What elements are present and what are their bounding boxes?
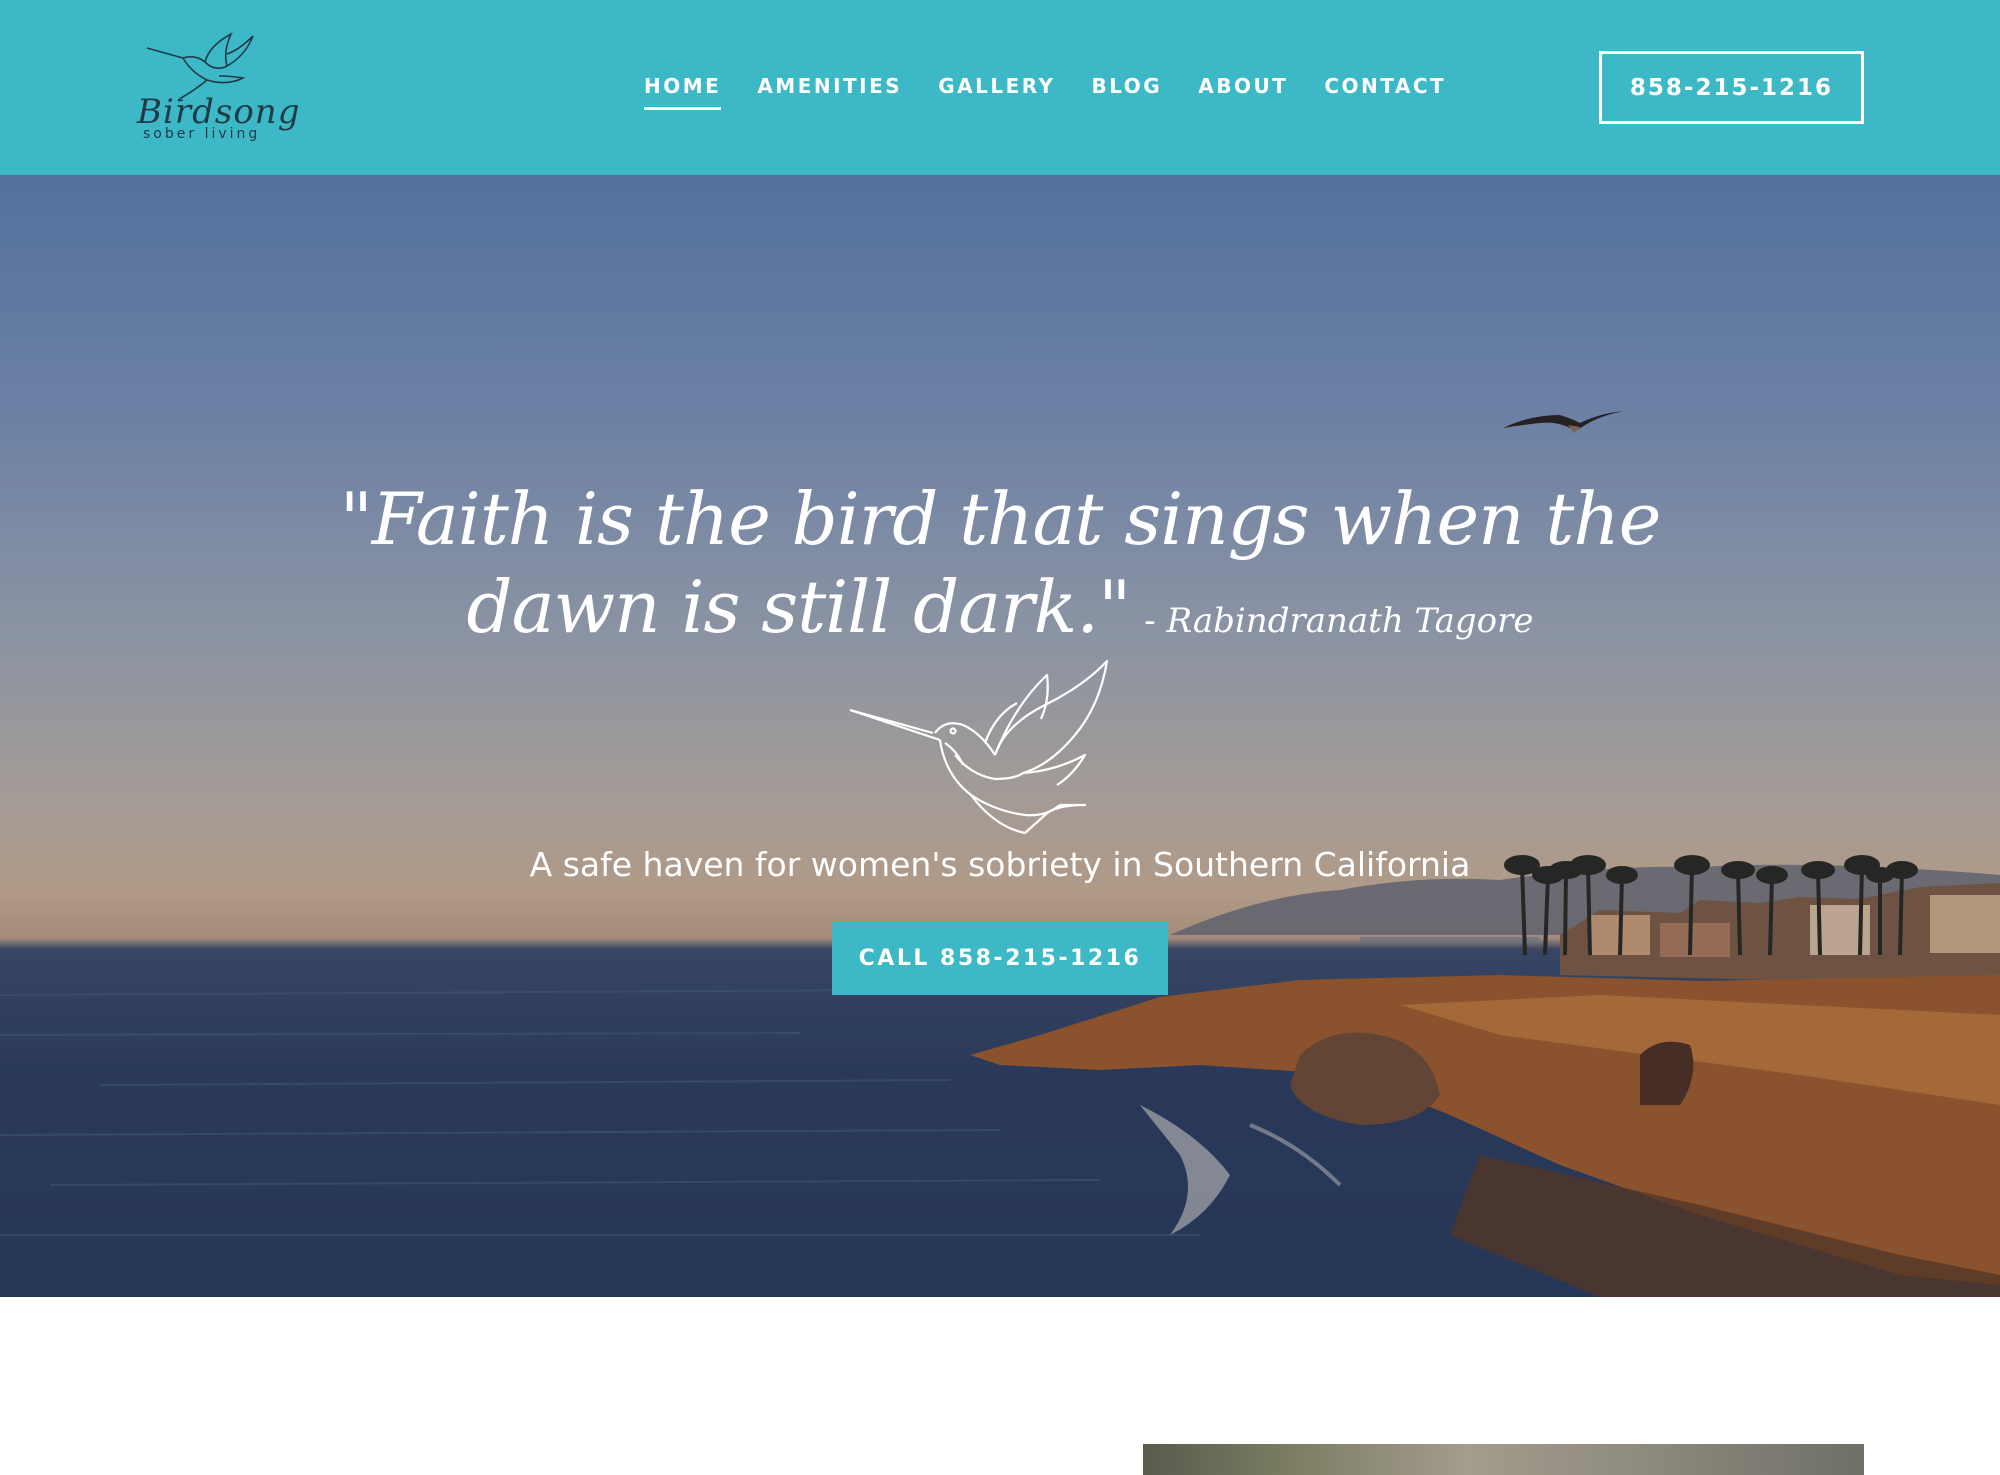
main-nav: HOME AMENITIES GALLERY BLOG ABOUT CONTAC… [644, 70, 1482, 110]
quote-author: - Rabindranath Tagore [1144, 601, 1534, 641]
nav-contact[interactable]: CONTACT [1324, 70, 1446, 110]
hero-section: "Faith is the bird that sings when the d… [0, 175, 2000, 1297]
site-header: Birdsong sober living HOME AMENITIES GAL… [0, 0, 2000, 175]
brand-logo[interactable]: Birdsong sober living [135, 28, 299, 150]
nav-gallery[interactable]: GALLERY [938, 70, 1055, 110]
hummingbird-line-icon [849, 659, 1109, 835]
nav-amenities[interactable]: AMENITIES [757, 70, 902, 110]
hero-quote: "Faith is the bird that sings when the d… [300, 475, 1700, 665]
nav-blog[interactable]: BLOG [1092, 70, 1163, 110]
quote-line-2: dawn is still dark." [466, 565, 1132, 649]
quote-line-1: "Faith is the bird that sings when the [339, 477, 1662, 561]
quote-line-2-wrapper: dawn is still dark." - Rabindranath Tagor… [300, 563, 1700, 665]
content-image [1143, 1444, 1864, 1475]
nav-home[interactable]: HOME [644, 70, 722, 110]
call-button[interactable]: CALL 858-215-1216 [832, 922, 1168, 995]
header-phone-button[interactable]: 858-215-1216 [1599, 51, 1864, 124]
brand-subtitle: sober living [143, 126, 261, 142]
nav-about[interactable]: ABOUT [1198, 70, 1288, 110]
hero-tagline: A safe haven for women's sobriety in Sou… [529, 845, 1471, 884]
